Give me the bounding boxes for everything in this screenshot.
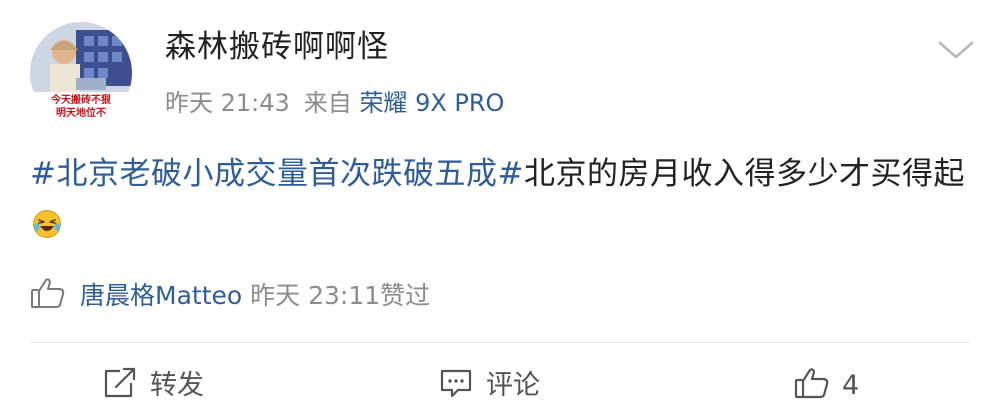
liker-name-link[interactable]: 唐晨格Matteo	[80, 281, 242, 310]
chevron-down-icon	[938, 41, 974, 59]
repost-icon	[102, 366, 138, 400]
source-prefix: 来自	[303, 89, 352, 117]
thumbs-up-icon	[30, 276, 66, 310]
weibo-post-card: 今天搬砖不狠 明天地位不 森林搬砖啊啊怪 昨天 21:43 来自 荣耀 9X PR…	[0, 0, 1000, 418]
liked-by-row: 唐晨格Matteo 昨天 23:11赞过	[30, 276, 430, 316]
author-name[interactable]: 森林搬砖啊啊怪	[165, 28, 389, 66]
comment-icon	[438, 366, 474, 400]
device-link[interactable]: 荣耀 9X PRO	[359, 89, 504, 117]
hashtag-link[interactable]: #北京老破小成交量首次跌破五成#	[30, 156, 524, 192]
divider	[30, 342, 970, 343]
like-count: 4	[842, 370, 860, 401]
like-button[interactable]: 4	[794, 364, 859, 408]
avatar-caption-line1: 今天搬砖不狠	[51, 95, 111, 106]
repost-button[interactable]: 转发	[102, 364, 204, 408]
thumbs-up-icon	[794, 366, 830, 400]
liked-time: 昨天 23:11赞过	[250, 281, 431, 310]
laughing-crying-emoji-icon	[32, 204, 62, 238]
post-text: 北京的房月收入得多少才买得起	[523, 156, 965, 192]
post-meta: 昨天 21:43 来自 荣耀 9X PRO	[165, 88, 504, 118]
avatar-caption-line2: 明天地位不	[56, 108, 106, 119]
more-options-button[interactable]	[936, 38, 976, 62]
post-time: 昨天 21:43	[165, 89, 290, 117]
comment-button[interactable]: 评论	[438, 364, 540, 408]
avatar[interactable]: 今天搬砖不狠 明天地位不	[30, 22, 132, 124]
post-content: #北京老破小成交量首次跌破五成#北京的房月收入得多少才买得起	[30, 149, 970, 249]
repost-label: 转发	[150, 370, 204, 401]
comment-label: 评论	[486, 370, 540, 401]
